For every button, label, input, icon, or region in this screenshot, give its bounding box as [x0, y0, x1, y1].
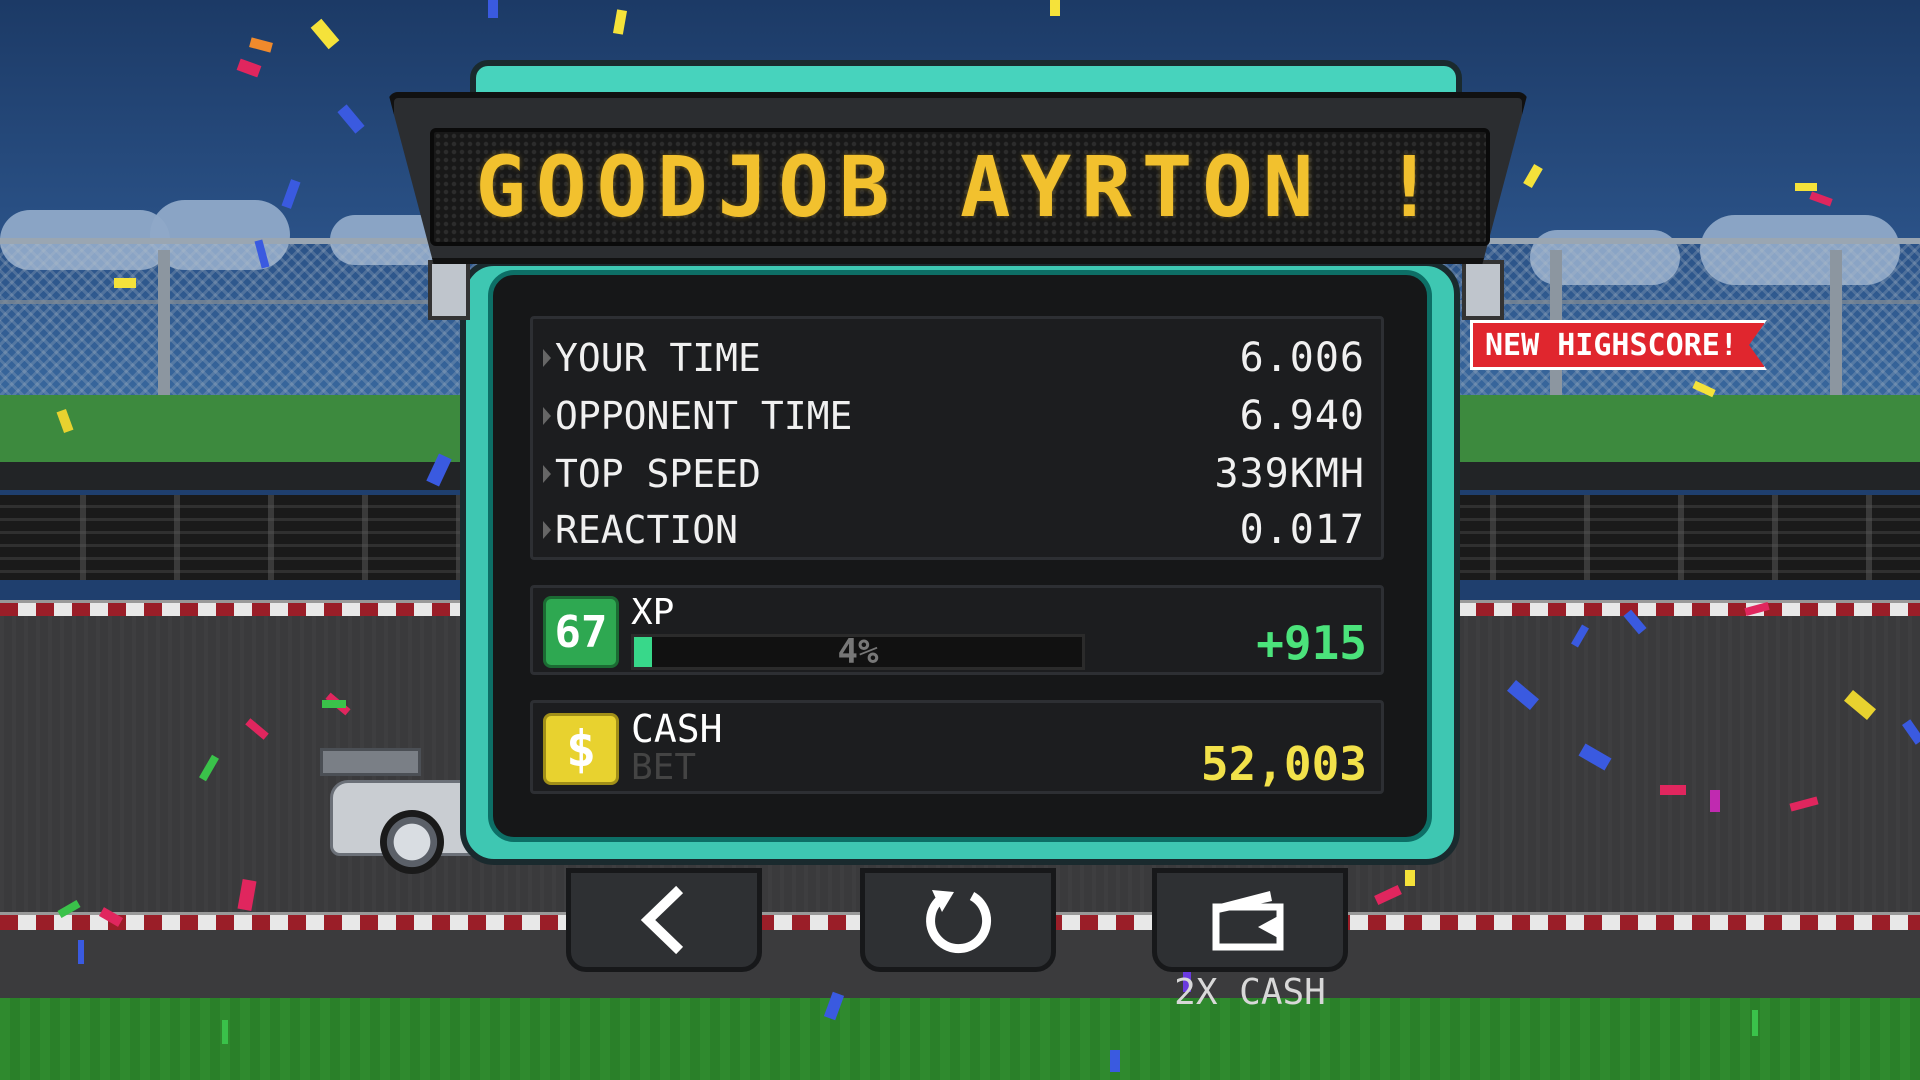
page-title: GOODJOB AYRTON !: [475, 138, 1445, 236]
stat-label: TOP SPEED: [555, 452, 761, 496]
bullet-arrow-icon: [543, 407, 551, 425]
xp-gain: +915: [1256, 616, 1367, 670]
confetti: [222, 1020, 228, 1044]
confetti: [322, 700, 346, 708]
confetti: [78, 940, 84, 964]
xp-progress-text: 4%: [837, 632, 879, 672]
stat-value: 6.006: [1239, 335, 1365, 381]
confetti: [1752, 1010, 1758, 1036]
confetti: [1050, 0, 1060, 16]
board-bracket: [428, 260, 470, 320]
cash-label: CASH: [631, 707, 723, 751]
grass: [0, 998, 1920, 1080]
retry-button[interactable]: [860, 868, 1056, 972]
xp-label: XP: [631, 592, 675, 633]
stat-value: 6.940: [1239, 393, 1365, 439]
confetti: [1405, 870, 1415, 886]
stat-value: 0.017: [1239, 507, 1365, 553]
retry-icon: [926, 890, 992, 954]
led-screen: GOODJOB AYRTON !: [430, 128, 1490, 246]
bullet-arrow-icon: [543, 521, 551, 539]
back-button[interactable]: [566, 868, 762, 972]
xp-panel: 67 XP 4% +915: [530, 585, 1384, 675]
xp-progress-bar: 4%: [631, 632, 1085, 672]
stat-label: REACTION: [555, 508, 739, 552]
stat-label: OPPONENT TIME: [555, 394, 853, 438]
car-spoiler: [320, 748, 421, 776]
badge-label: NEW HIGHSCORE!: [1485, 327, 1738, 363]
bullet-arrow-icon: [543, 349, 551, 367]
stat-row-top-speed: TOP SPEED 339KMH: [543, 449, 1365, 499]
bullet-arrow-icon: [543, 465, 551, 483]
confetti: [1710, 790, 1720, 812]
watch-video-button[interactable]: [1152, 868, 1348, 972]
race-stats: YOUR TIME 6.006 OPPONENT TIME 6.940 TOP …: [530, 316, 1384, 560]
board-bracket: [1462, 260, 1504, 320]
new-highscore-badge: NEW HIGHSCORE!: [1470, 320, 1767, 370]
stat-row-your-time: YOUR TIME 6.006: [543, 333, 1365, 383]
confetti: [1795, 183, 1817, 191]
dollar-coin-icon: $: [543, 713, 619, 785]
cash-value: 52,003: [1200, 737, 1367, 791]
video-caption: 2X CASH: [1174, 972, 1326, 1013]
stat-row-reaction: REACTION 0.017: [543, 505, 1365, 555]
stat-label: YOUR TIME: [555, 336, 761, 380]
confetti: [114, 278, 136, 288]
level-badge: 67: [543, 596, 619, 668]
cash-panel: $ CASH BET 52,003: [530, 700, 1384, 794]
bet-label: BET: [631, 747, 697, 788]
video-camera-icon: [1212, 891, 1284, 951]
stat-row-opponent-time: OPPONENT TIME 6.940: [543, 391, 1365, 441]
car-wheel: [380, 810, 444, 874]
confetti: [488, 0, 498, 18]
confetti: [1660, 785, 1686, 795]
back-arrow-icon: [640, 885, 684, 955]
stat-value: 339KMH: [1214, 451, 1365, 497]
confetti: [1110, 1050, 1120, 1072]
